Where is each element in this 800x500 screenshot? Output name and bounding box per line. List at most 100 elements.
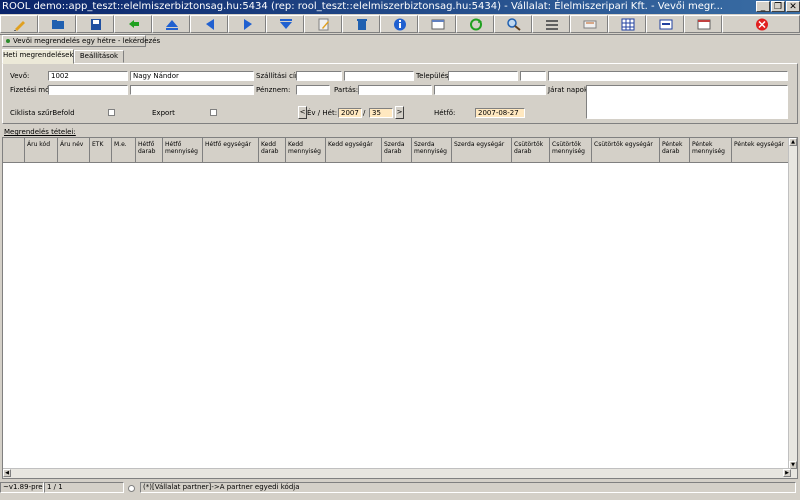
edit-button[interactable]	[0, 15, 38, 33]
fizetesi-mod-input[interactable]	[48, 85, 128, 95]
jarat-napok-input[interactable]	[586, 85, 788, 119]
status-page: 1 / 1	[44, 482, 124, 493]
column-header[interactable]: Kedd darab	[259, 138, 286, 162]
vevo-name-input[interactable]: Nagy Nándor	[130, 71, 254, 81]
telepules-3-input[interactable]	[548, 71, 788, 81]
grid-header: Áru kód Áru név ETK M.e. Hétfő darab Hét…	[3, 138, 793, 163]
szallitasi-cim-2-input[interactable]	[344, 71, 414, 81]
column-header[interactable]: Kedd mennyiség	[286, 138, 326, 162]
partas-input[interactable]	[358, 85, 432, 95]
column-header[interactable]: Péntek egységár	[732, 138, 792, 162]
penznem-input[interactable]	[296, 85, 330, 95]
vevo-label: Vevő:	[10, 72, 30, 80]
folder-icon	[52, 20, 64, 29]
hetfo-input[interactable]: 2007-08-27	[475, 108, 525, 118]
reload-button[interactable]	[456, 15, 494, 33]
filter-button[interactable]	[570, 15, 608, 33]
status-radio[interactable]	[128, 485, 135, 492]
telepules-2-input[interactable]	[520, 71, 546, 81]
arrows-icon	[659, 19, 673, 30]
delete-button[interactable]	[342, 15, 380, 33]
status-hint: (*)[Vállalat partner]->A partner egyedi …	[140, 482, 796, 493]
green-arrow-icon	[129, 20, 139, 28]
status-bar: ~v1.89-pre2X 1 / 1 (*)[Vállalat partner]…	[0, 481, 800, 495]
right-arrow-icon	[244, 19, 252, 30]
next-week-button[interactable]: >	[395, 106, 404, 119]
jarat-napok-label: Járat napok:	[548, 86, 591, 94]
column-header[interactable]: Hétfő egységár	[203, 138, 259, 162]
column-header[interactable]: M.e.	[112, 138, 136, 162]
export-button[interactable]	[646, 15, 684, 33]
tab-heti-megrendelesek[interactable]: Heti megrendelések	[2, 49, 74, 64]
list-button[interactable]	[532, 15, 570, 33]
save-button[interactable]	[76, 15, 114, 33]
scroll-left-icon[interactable]: ◀	[3, 469, 11, 477]
telepules-input[interactable]	[448, 71, 518, 81]
column-header[interactable]: Péntek darab	[660, 138, 690, 162]
form-tab[interactable]: Vevői megrendelés egy hétre - lekérdezés	[2, 35, 160, 47]
vevo-code-input[interactable]: 1002	[48, 71, 128, 81]
stop-icon	[756, 18, 768, 31]
first-record-button[interactable]	[152, 15, 190, 33]
het-input[interactable]: 35	[369, 108, 393, 118]
column-header[interactable]: Hétfő darab	[136, 138, 163, 162]
grid-icon	[621, 18, 635, 31]
info-button[interactable]	[380, 15, 418, 33]
next-record-button[interactable]	[228, 15, 266, 33]
szallitasi-cim-input[interactable]	[296, 71, 342, 81]
column-header[interactable]: ETK	[90, 138, 112, 162]
vertical-scrollbar[interactable]: ▲ ▼	[788, 138, 797, 478]
last-icon	[280, 19, 292, 29]
column-header[interactable]: Kedd egységár	[326, 138, 382, 162]
column-header[interactable]: Hétfő mennyiség	[163, 138, 203, 162]
prev-week-button[interactable]: <	[298, 106, 307, 119]
telepules-label: Település:	[416, 72, 451, 80]
status-version: ~v1.89-pre2X	[0, 482, 44, 493]
minimize-button[interactable]: _	[756, 1, 770, 12]
search-button[interactable]	[494, 15, 532, 33]
print-button[interactable]	[418, 15, 456, 33]
table-button[interactable]	[608, 15, 646, 33]
open-button[interactable]	[38, 15, 76, 33]
column-header[interactable]: Szerda darab	[382, 138, 412, 162]
hetfo-label: Hétfő:	[434, 109, 456, 117]
column-header[interactable]: Szerda egységár	[452, 138, 512, 162]
status-dot-icon	[6, 39, 10, 43]
exit-button[interactable]	[722, 15, 800, 33]
dialog-icon	[697, 19, 711, 30]
refresh-button[interactable]	[114, 15, 152, 33]
ev-het-label: Év / Hét:	[307, 109, 338, 117]
column-header[interactable]: Csütörtök mennyiség	[550, 138, 592, 162]
column-header[interactable]: Péntek mennyiség	[690, 138, 732, 162]
ciklista-checkbox[interactable]	[108, 109, 115, 116]
column-header[interactable]: Csütörtök egységár	[592, 138, 660, 162]
close-button[interactable]: ✕	[786, 1, 800, 12]
column-header[interactable]: Áru kód	[25, 138, 58, 162]
filter-icon	[583, 20, 597, 29]
window-title: ROOL demo::app_teszt::elelmiszerbiztonsa…	[2, 1, 723, 12]
column-header[interactable]: Csütörtök darab	[512, 138, 550, 162]
previous-record-button[interactable]	[190, 15, 228, 33]
ev-input[interactable]: 2007	[338, 108, 362, 118]
window-button[interactable]	[684, 15, 722, 33]
window-icon	[431, 19, 445, 30]
scroll-right-icon[interactable]: ▶	[783, 469, 791, 477]
form-tab-label: Vevői megrendelés egy hétre - lekérdezés	[13, 37, 161, 45]
column-header[interactable]	[3, 138, 25, 162]
export-checkbox[interactable]	[210, 109, 217, 116]
modify-button[interactable]	[304, 15, 342, 33]
scroll-up-icon[interactable]: ▲	[789, 138, 797, 146]
column-header[interactable]: Áru név	[58, 138, 90, 162]
title-bar: ROOL demo::app_teszt::elelmiszerbiztonsa…	[0, 0, 800, 14]
tab-beallitasok[interactable]: Beállítások	[74, 50, 124, 63]
restore-button[interactable]: ❐	[771, 1, 785, 12]
last-record-button[interactable]	[266, 15, 304, 33]
fizetesi-mod-2-input[interactable]	[130, 85, 254, 95]
column-header[interactable]: Szerda mennyiség	[412, 138, 452, 162]
info-icon	[394, 18, 406, 31]
horizontal-scrollbar[interactable]: ◀ ▶	[3, 468, 791, 478]
items-grid[interactable]: Áru kód Áru név ETK M.e. Hétfő darab Hét…	[2, 137, 798, 479]
export-label: Export	[152, 109, 175, 117]
partas-2-input[interactable]	[434, 85, 546, 95]
toolbar	[0, 14, 800, 35]
